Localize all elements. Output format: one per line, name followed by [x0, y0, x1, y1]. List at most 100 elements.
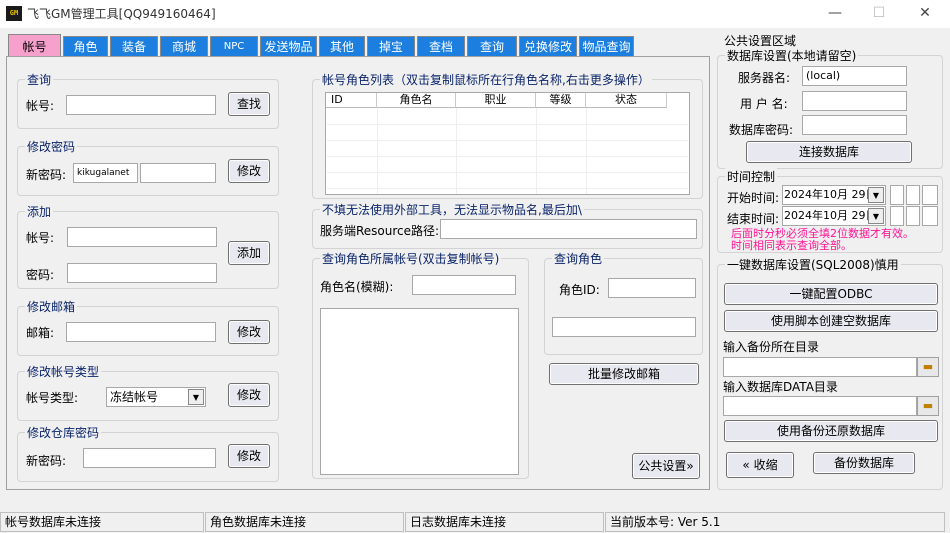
- server-label: 服务器名:: [738, 71, 791, 85]
- group-title: 修改密码: [25, 138, 78, 155]
- role-result-input[interactable]: [552, 317, 696, 337]
- tab-exchange[interactable]: 兑换修改: [519, 36, 577, 57]
- collapse-button[interactable]: « 收缩: [726, 452, 794, 478]
- tab-query[interactable]: 查询: [467, 36, 517, 57]
- column-header[interactable]: 状态: [586, 93, 667, 108]
- change-storage-button[interactable]: 修改: [228, 444, 270, 468]
- grid-line: [327, 156, 688, 157]
- chevron-down-icon: ▼: [868, 208, 884, 224]
- add-account-input[interactable]: [67, 227, 217, 247]
- account-panel: 查询 帐号: 查找 修改密码 新密码: kikugalanet 修改 添加 帐号…: [6, 56, 710, 490]
- change-type-button[interactable]: 修改: [228, 383, 270, 407]
- new-password-input[interactable]: kikugalanet: [73, 163, 138, 183]
- role-id-input[interactable]: [608, 278, 696, 298]
- role-id-label: 角色ID:: [559, 283, 600, 297]
- create-db-script-button[interactable]: 使用脚本创建空数据库: [724, 310, 938, 332]
- add-password-input[interactable]: [67, 263, 217, 283]
- group-title: 修改帐号类型: [25, 363, 102, 380]
- tab-account[interactable]: 帐号: [8, 34, 61, 57]
- account-type-select[interactable]: 冻结帐号 ▼: [106, 387, 206, 407]
- role-db-status: 角色数据库未连接: [205, 512, 404, 532]
- add-button[interactable]: 添加: [228, 241, 270, 265]
- tab-equipment[interactable]: 装备: [110, 36, 158, 57]
- folder-icon[interactable]: ▬: [917, 396, 939, 416]
- add-group: 添加 帐号: 密码: 添加: [17, 203, 279, 289]
- column-header[interactable]: 角色名: [377, 93, 456, 108]
- end-minute-input[interactable]: [906, 206, 920, 226]
- group-title: 查询角色所属帐号(双击复制帐号): [320, 250, 502, 267]
- confirm-password-input[interactable]: [140, 163, 216, 183]
- grid-line: [586, 108, 587, 194]
- change-email-button[interactable]: 修改: [228, 320, 270, 344]
- role-list-group: 帐号角色列表（双击复制鼠标所在行角色名称,右击更多操作） ID 角色名 职业 等…: [312, 71, 703, 199]
- close-button[interactable]: ✕: [902, 0, 948, 28]
- email-label: 邮箱:: [26, 326, 55, 340]
- backup-dir-input[interactable]: [723, 357, 917, 377]
- data-dir-input[interactable]: [723, 396, 917, 416]
- resource-path-input[interactable]: [440, 219, 697, 239]
- group-title: 添加: [25, 203, 54, 220]
- resource-label: 服务端Resource路径:: [320, 224, 440, 238]
- window-title: 飞飞GM管理工具[QQ949160464]: [27, 7, 216, 21]
- server-input[interactable]: (local): [802, 66, 907, 86]
- batch-email-button[interactable]: 批量修改邮箱: [549, 363, 699, 385]
- email-input[interactable]: [66, 322, 216, 342]
- backup-db-button[interactable]: 备份数据库: [813, 452, 915, 474]
- group-title: 修改仓库密码: [25, 424, 102, 441]
- role-name-input[interactable]: [412, 275, 516, 295]
- tab-send-item[interactable]: 发送物品: [260, 36, 317, 57]
- group-title: 数据库设置(本地请留空): [725, 47, 859, 64]
- start-hour-input[interactable]: [890, 185, 904, 205]
- tab-mall[interactable]: 商城: [160, 36, 208, 57]
- user-input[interactable]: [802, 91, 907, 111]
- start-date-picker[interactable]: 2024年10月 29日 ▼: [782, 185, 886, 205]
- main-window: GM 飞飞GM管理工具[QQ949160464] — ☐ ✕ 帐号 角色 装备 …: [0, 0, 950, 533]
- find-button[interactable]: 查找: [228, 92, 270, 116]
- column-header[interactable]: ID: [326, 93, 377, 108]
- start-time-label: 开始时间:: [727, 191, 780, 205]
- restore-db-button[interactable]: 使用备份还原数据库: [724, 420, 938, 442]
- start-second-input[interactable]: [922, 185, 938, 205]
- end-date-picker[interactable]: 2024年10月 29日 ▼: [782, 206, 886, 226]
- grid-line: [327, 188, 688, 189]
- tab-npc[interactable]: NPC: [210, 36, 258, 57]
- tab-role[interactable]: 角色: [63, 36, 108, 57]
- start-minute-input[interactable]: [906, 185, 920, 205]
- group-title: 一键数据库设置(SQL2008)慎用: [725, 256, 901, 273]
- version-status: 当前版本号: Ver 5.1: [605, 512, 945, 532]
- end-hour-input[interactable]: [890, 206, 904, 226]
- group-title: 查询角色: [552, 250, 605, 267]
- minimize-button[interactable]: —: [812, 0, 858, 28]
- data-dir-label: 输入数据库DATA目录: [723, 380, 838, 394]
- maximize-button[interactable]: ☐: [856, 0, 902, 28]
- owner-result-list[interactable]: [320, 308, 519, 475]
- group-title: 不填无法使用外部工具，无法显示物品名,最后加\: [320, 201, 584, 218]
- tab-other[interactable]: 其他: [319, 36, 365, 57]
- owner-query-group: 查询角色所属帐号(双击复制帐号) 角色名(模糊):: [312, 250, 529, 479]
- tab-drop[interactable]: 掉宝: [367, 36, 415, 57]
- query-role-group: 查询角色 角色ID:: [544, 250, 703, 355]
- tab-archive[interactable]: 查档: [417, 36, 465, 57]
- grid-line: [536, 108, 537, 194]
- grid-line: [327, 124, 688, 125]
- column-header[interactable]: 职业: [456, 93, 536, 108]
- folder-icon[interactable]: ▬: [917, 357, 939, 377]
- account-search-input[interactable]: [66, 95, 216, 115]
- email-group: 修改邮箱 邮箱: 修改: [17, 298, 279, 356]
- public-settings-button[interactable]: 公共设置»: [632, 453, 700, 479]
- storage-password-input[interactable]: [83, 448, 216, 468]
- backup-dir-label: 输入备份所在目录: [723, 340, 820, 354]
- role-list[interactable]: ID 角色名 职业 等级 状态: [325, 92, 690, 195]
- change-password-button[interactable]: 修改: [228, 159, 270, 183]
- add-account-label: 帐号:: [26, 231, 55, 245]
- user-label: 用 户 名:: [740, 97, 788, 111]
- column-header[interactable]: 等级: [536, 93, 586, 108]
- end-second-input[interactable]: [922, 206, 938, 226]
- db-password-input[interactable]: [802, 115, 907, 135]
- account-db-status: 帐号数据库未连接: [0, 512, 204, 532]
- odbc-config-button[interactable]: 一键配置ODBC: [724, 283, 938, 305]
- connect-db-button[interactable]: 连接数据库: [746, 141, 912, 163]
- group-title: 帐号角色列表（双击复制鼠标所在行角色名称,右击更多操作）: [320, 71, 652, 88]
- new-password-label: 新密码:: [26, 168, 67, 182]
- tab-item-query[interactable]: 物品查询: [579, 36, 634, 57]
